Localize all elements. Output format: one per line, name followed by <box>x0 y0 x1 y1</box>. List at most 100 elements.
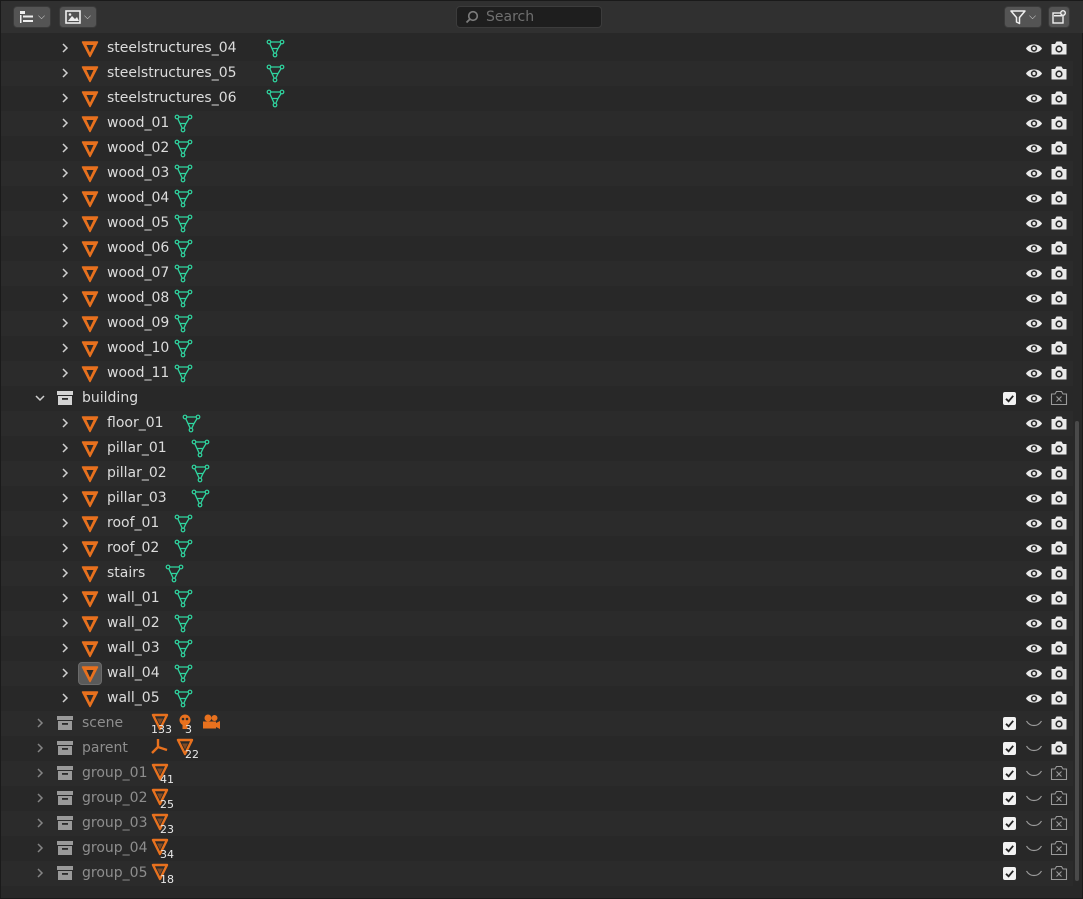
mesh-object-icon[interactable] <box>81 315 99 333</box>
camera-icon[interactable] <box>1050 40 1068 56</box>
camera-disabled-icon[interactable] <box>1050 865 1068 881</box>
outliner-object-row[interactable]: wood_03 <box>1 161 1073 186</box>
outliner-collection-row[interactable]: parent 22 <box>1 736 1073 761</box>
mesh-data-icon[interactable] <box>174 139 193 158</box>
new-collection-button[interactable] <box>1048 6 1070 28</box>
eye-icon[interactable] <box>1025 92 1043 105</box>
camera-icon[interactable] <box>1050 690 1068 706</box>
chevron-right-icon[interactable] <box>59 317 71 329</box>
eye-icon[interactable] <box>1025 467 1043 480</box>
mesh-data-icon[interactable] <box>191 489 210 508</box>
collection-icon[interactable] <box>56 390 74 408</box>
mesh-data-icon[interactable] <box>174 339 193 358</box>
chevron-right-icon[interactable] <box>59 642 71 654</box>
mesh-object-icon[interactable] <box>78 662 102 685</box>
chevron-right-icon[interactable] <box>59 367 71 379</box>
eye-icon[interactable] <box>1025 67 1043 80</box>
mesh-object-icon[interactable] <box>81 365 99 383</box>
outliner-object-row[interactable]: wood_08 <box>1 286 1073 311</box>
mesh-object-icon[interactable] <box>81 640 99 658</box>
mesh-data-icon[interactable] <box>174 164 193 183</box>
mesh-data-icon[interactable] <box>174 289 193 308</box>
eye-icon[interactable] <box>1025 567 1043 580</box>
camera-icon[interactable] <box>1050 465 1068 481</box>
eye-icon[interactable] <box>1025 342 1043 355</box>
camera-icon[interactable] <box>1050 365 1068 381</box>
collection-icon[interactable] <box>56 815 74 833</box>
chevron-right-icon[interactable] <box>59 242 71 254</box>
camera-icon[interactable] <box>1050 340 1068 356</box>
camera-object-icon[interactable] <box>201 713 221 735</box>
chevron-right-icon[interactable] <box>59 492 71 504</box>
camera-icon[interactable] <box>1050 565 1068 581</box>
outliner-object-row[interactable]: roof_02 <box>1 536 1073 561</box>
chevron-right-icon[interactable] <box>59 342 71 354</box>
outliner-object-row[interactable]: wood_09 <box>1 311 1073 336</box>
chevron-right-icon[interactable] <box>59 542 71 554</box>
empty-object-icon[interactable] <box>151 738 169 760</box>
camera-icon[interactable] <box>1050 265 1068 281</box>
eye-icon[interactable] <box>1025 317 1043 330</box>
chevron-right-icon[interactable] <box>34 842 46 854</box>
eye-icon[interactable] <box>1025 617 1043 630</box>
eye-closed-icon[interactable] <box>1025 867 1043 880</box>
collection-icon[interactable] <box>56 715 74 733</box>
mesh-object-icon[interactable] <box>81 515 99 533</box>
camera-icon[interactable] <box>1050 640 1068 656</box>
outliner-object-row[interactable]: roof_01 <box>1 511 1073 536</box>
chevron-right-icon[interactable] <box>59 92 71 104</box>
eye-icon[interactable] <box>1025 267 1043 280</box>
exclude-checkbox[interactable] <box>1003 842 1016 855</box>
chevron-right-icon[interactable] <box>59 692 71 704</box>
outliner-object-row[interactable]: steelstructures_05 <box>1 61 1073 86</box>
display-mode-dropdown[interactable]: ⌵ <box>13 6 51 28</box>
scrollbar[interactable] <box>1075 421 1079 881</box>
mesh-object-icon[interactable] <box>81 65 99 83</box>
camera-icon[interactable] <box>1050 90 1068 106</box>
outliner-object-row[interactable]: wood_07 <box>1 261 1073 286</box>
outliner-object-row[interactable]: wood_10 <box>1 336 1073 361</box>
eye-icon[interactable] <box>1025 292 1043 305</box>
camera-icon[interactable] <box>1050 440 1068 456</box>
outliner-object-row[interactable]: pillar_02 <box>1 461 1073 486</box>
eye-icon[interactable] <box>1025 242 1043 255</box>
collection-icon[interactable] <box>56 840 74 858</box>
camera-icon[interactable] <box>1050 315 1068 331</box>
mesh-data-icon[interactable] <box>266 89 285 108</box>
eye-closed-icon[interactable] <box>1025 742 1043 755</box>
camera-disabled-icon[interactable] <box>1050 790 1068 806</box>
eye-icon[interactable] <box>1025 217 1043 230</box>
mesh-data-icon[interactable] <box>174 664 193 683</box>
camera-disabled-icon[interactable] <box>1050 815 1068 831</box>
chevron-down-icon[interactable] <box>34 392 46 404</box>
eye-icon[interactable] <box>1025 392 1043 405</box>
chevron-right-icon[interactable] <box>59 517 71 529</box>
eye-icon[interactable] <box>1025 192 1043 205</box>
camera-icon[interactable] <box>1050 65 1068 81</box>
chevron-right-icon[interactable] <box>34 717 46 729</box>
eye-icon[interactable] <box>1025 442 1043 455</box>
collection-icon[interactable] <box>56 740 74 758</box>
mesh-data-icon[interactable] <box>174 314 193 333</box>
eye-closed-icon[interactable] <box>1025 767 1043 780</box>
chevron-right-icon[interactable] <box>59 192 71 204</box>
collection-icon[interactable] <box>56 765 74 783</box>
mesh-object-icon[interactable] <box>81 140 99 158</box>
outliner-collection-row[interactable]: group_03 23 <box>1 811 1073 836</box>
mesh-data-icon[interactable] <box>174 614 193 633</box>
chevron-right-icon[interactable] <box>34 767 46 779</box>
outliner-object-row[interactable]: wall_04 <box>1 661 1073 686</box>
chevron-right-icon[interactable] <box>59 217 71 229</box>
chevron-right-icon[interactable] <box>59 42 71 54</box>
outliner-collection-row[interactable]: scene 133 3 <box>1 711 1073 736</box>
eye-icon[interactable] <box>1025 167 1043 180</box>
mesh-data-icon[interactable] <box>182 414 201 433</box>
outliner-object-row[interactable]: pillar_03 <box>1 486 1073 511</box>
outliner-object-row[interactable]: wall_03 <box>1 636 1073 661</box>
eye-icon[interactable] <box>1025 692 1043 705</box>
collection-icon[interactable] <box>56 790 74 808</box>
mesh-object-icon[interactable] <box>81 540 99 558</box>
outliner-object-row[interactable]: stairs <box>1 561 1073 586</box>
mesh-data-icon[interactable] <box>174 189 193 208</box>
outliner-collection-row[interactable]: group_05 18 <box>1 861 1073 886</box>
